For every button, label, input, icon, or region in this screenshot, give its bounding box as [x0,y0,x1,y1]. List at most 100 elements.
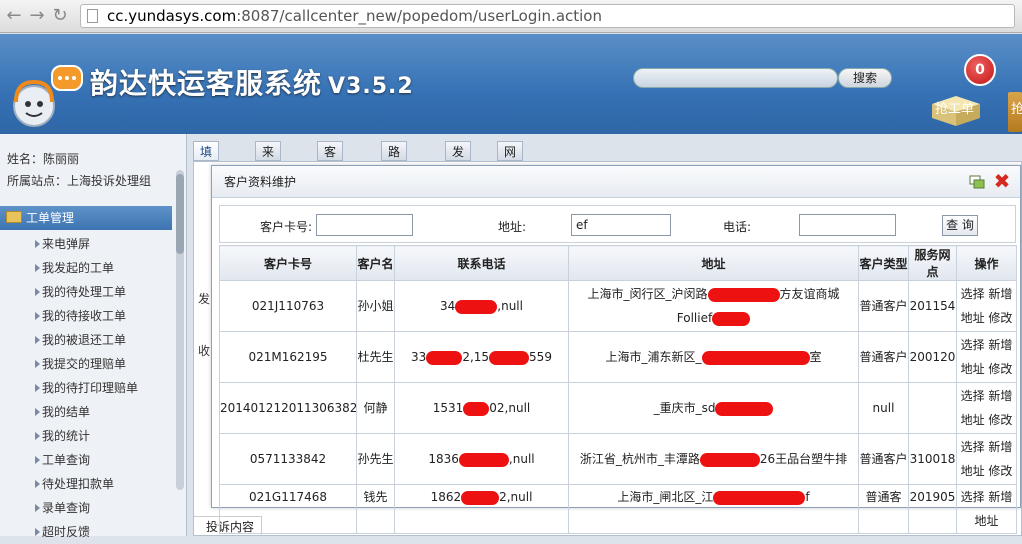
dialog-title: 客户资料维护 [212,166,1020,198]
sidebar-item[interactable]: 待处理扣款单 [0,472,172,496]
card-number-input[interactable] [316,214,413,236]
sidebar-item[interactable]: 我的待处理工单 [0,280,172,304]
sidebar-item[interactable]: 我的统计 [0,424,172,448]
cell-card: 20140121201130638228 [219,382,357,434]
redaction-mark [699,452,760,467]
url-host: cc.yundasys.com [107,7,237,25]
sidebar-scroll-thumb[interactable] [176,174,184,254]
sidebar-item[interactable]: 我发起的工单 [0,256,172,280]
card-number-label: 客户卡号: [260,220,313,234]
sidebar-item[interactable]: 我的待接收工单 [0,304,172,328]
customer-info-dialog: 客户资料维护 ✖ 客户卡号: 地址: ef 电话: 查 询 客户卡号 客户名 联… [211,165,1021,534]
side-label-send: 发 [198,292,211,306]
redaction-mark [455,299,498,314]
redaction-mark [707,287,780,302]
cell-name: 杜先生 [356,331,395,383]
col-header-type: 客户类型 [858,245,909,281]
cell-name: 何静 [356,382,395,434]
cell-card: 021G117468 [219,484,357,534]
header-search-input[interactable] [633,68,838,88]
grab-ticket-label[interactable]: 抢工单 [935,98,974,117]
reload-icon[interactable]: ↻ [50,5,70,27]
app-version: V3.5.2 [328,74,414,99]
tab-customer-order[interactable]: 客户下单 [317,141,344,219]
sidebar-item[interactable]: 工单查询 [0,448,172,472]
cell-type: 普通客户 [858,331,909,383]
cell-card: 021M162195 [219,331,357,383]
tab-outlet-join[interactable]: 网点加盟 [497,141,524,219]
sidebar-item[interactable]: 我提交的理赔单 [0,352,172,376]
browser-toolbar: ← → ↻ cc.yundasys.com:8087/callcenter_ne… [0,0,1022,33]
phone-input[interactable] [799,214,896,236]
back-icon[interactable]: ← [4,5,24,27]
sidebar-item[interactable]: 我的待打印理赔单 [0,376,172,400]
table-row[interactable]: 021M162195 杜先生 33 2,15 559 上海市_浦东新区_ 室 普通客户… [219,331,1017,383]
col-header-site: 服务网点 [908,245,957,281]
table-row[interactable]: 0571133842 孙先生 1836 ,null 浙江省_杭州市_丰潭路 26王品… [219,433,1017,485]
redaction-mark [701,350,810,365]
cell-actions[interactable]: 选择 新增地址 [956,484,1017,534]
customer-table: 客户卡号 客户名 联系电话 地址 客户类型 服务网点 操作 021J110763… [219,245,1017,534]
address-label: 地址: [498,220,527,234]
redaction-mark [463,401,490,416]
table-row[interactable]: 021G117468 钱先 1862 2,null 上海市_闸北区_江 f 普通客 … [219,484,1017,534]
cell-name: 孙小姐 [356,280,395,332]
cell-site [908,382,957,434]
customer-search-bar: 客户卡号: 地址: ef 电话: 查 询 [219,205,1016,243]
tab-fill-ticket[interactable]: 填写工单 [193,141,220,219]
cell-site: 200120 [908,331,957,383]
page-icon [87,9,98,23]
sidebar-item[interactable]: 超时反馈 [0,520,172,544]
cell-phone: 1862 2,null [394,484,569,534]
cell-address: 浙江省_杭州市_丰潭路 26王品台塑牛排 [568,433,859,485]
cell-name: 钱先 [356,484,395,534]
table-row[interactable]: 021J110763 孙小姐 34 ,null 上海市_闵行区_沪闵路 方友谊商城 F… [219,280,1017,332]
address-input[interactable]: ef [571,214,671,236]
tab-call-records[interactable]: 来电记录 [255,141,282,219]
sidebar-item[interactable]: 我的结单 [0,400,172,424]
cell-type: 普通客 [858,484,909,534]
sidebar-item[interactable]: 录单查询 [0,496,172,520]
cell-site: 201154 [908,280,957,332]
folder-icon [6,211,22,223]
cell-actions[interactable]: 选择 新增地址 修改 [956,280,1017,332]
sidebar-item[interactable]: 来电弹屏 [0,232,172,256]
cell-type: 普通客户 [858,280,909,332]
sidebar-menu: 来电弹屏 我发起的工单 我的待处理工单 我的待接收工单 我的被退还工单 我提交的… [0,232,172,544]
cell-actions[interactable]: 选择 新增地址 修改 [956,331,1017,383]
col-header-phone: 联系电话 [394,245,569,281]
mascot-logo-icon [13,65,83,127]
url-path: :8087/callcenter_new/popedom/userLogin.a… [236,7,602,25]
cell-address: 上海市_浦东新区_ 室 [568,331,859,383]
user-name: 姓名：陈丽丽 [7,152,80,166]
table-row[interactable]: 20140121201130638228 何静 153102,null _重庆市… [219,382,1017,434]
cell-phone: 1531 02,null [394,382,569,434]
side-label-receive: 收 [198,344,211,358]
cell-card: 0571133842 [219,433,357,485]
header-search-button[interactable]: 搜索 [838,68,892,88]
tab-send-sms[interactable]: 发短信 [445,141,472,199]
redaction-mark [715,401,774,416]
query-button[interactable]: 查 询 [942,215,978,236]
cell-actions[interactable]: 选择 新增地址 修改 [956,382,1017,434]
redaction-mark [489,350,530,365]
grab-label-2[interactable]: 抢 [1011,98,1022,117]
cell-actions[interactable]: 选择 新增地址 修改 [956,433,1017,485]
ticket-count-badge: 0 [964,54,996,86]
close-icon[interactable]: ✖ [993,171,1011,191]
redaction-mark [713,490,806,505]
col-header-address: 地址 [568,245,859,281]
cell-address: 上海市_闵行区_沪闵路 方友谊商城 Follief [568,280,859,332]
forward-icon[interactable]: → [27,5,47,27]
app-header: 韵达快运客服系统 V3.5.2 搜索 0 抢工单 抢 [0,34,1022,134]
user-info: 姓名：陈丽丽 所属站点：上海投诉处理组 [0,134,186,192]
minimize-icon[interactable] [969,175,985,189]
cell-site: 310018 [908,433,957,485]
cell-phone: 34 ,null [394,280,569,332]
sidebar-item[interactable]: 我的被退还工单 [0,328,172,352]
user-site: 所属站点：上海投诉处理组 [7,174,152,188]
col-header-ops: 操作 [956,245,1017,281]
address-bar[interactable]: cc.yundasys.com:8087/callcenter_new/pope… [80,4,1015,28]
tab-route-search[interactable]: 路段搜索 [381,141,408,219]
menu-header-ticket-management[interactable]: 工单管理 [0,206,172,230]
